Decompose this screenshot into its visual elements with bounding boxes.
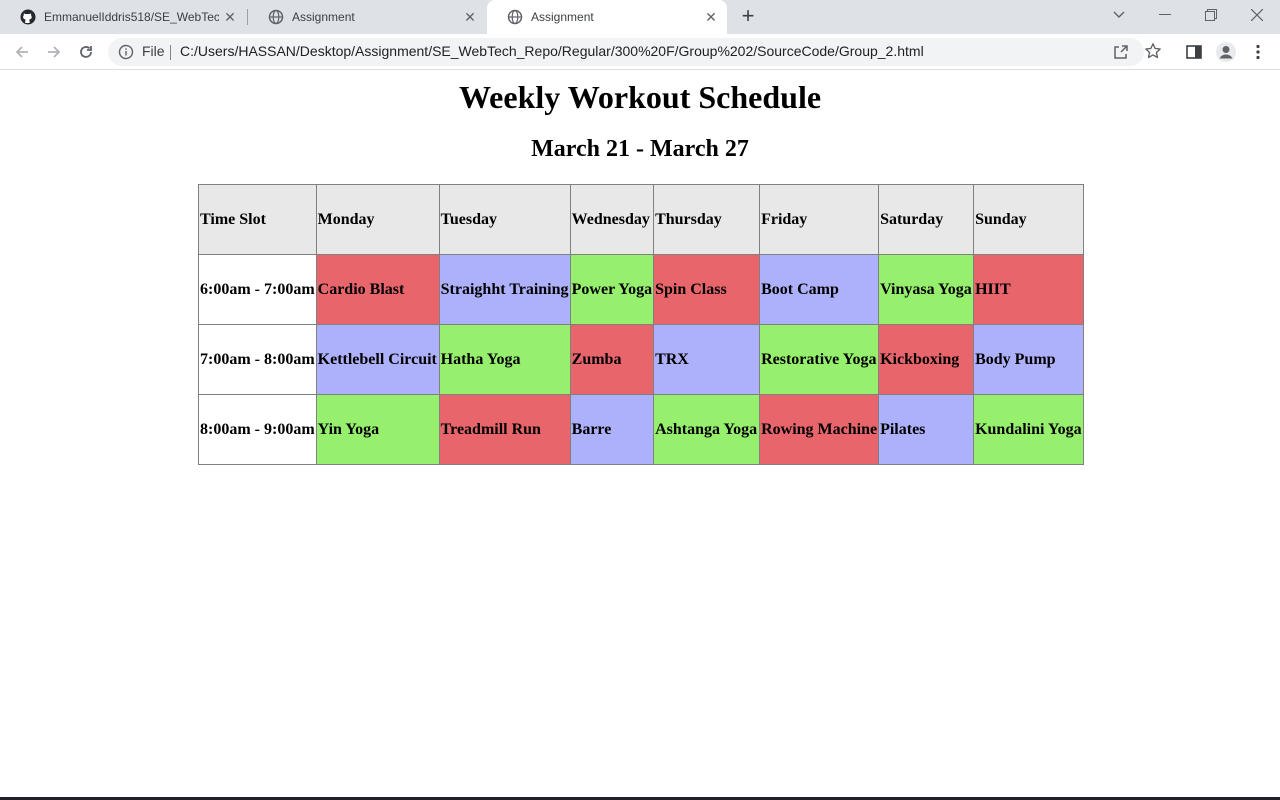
minimize-button[interactable]	[1142, 0, 1188, 30]
close-tab-icon[interactable]: ✕	[222, 9, 238, 25]
workout-cell: Body Pump	[973, 324, 1084, 395]
workout-cell: Rowing Machine	[759, 394, 880, 465]
time-slot-cell: 6:00am - 7:00am	[198, 254, 317, 325]
bookmark-star-icon[interactable]	[1144, 42, 1162, 60]
back-button[interactable]	[10, 40, 34, 64]
close-icon	[1251, 9, 1263, 21]
workout-cell: Ashtanga Yoga	[653, 394, 761, 465]
workout-cell: Boot Camp	[759, 254, 880, 325]
header-saturday: Saturday	[878, 184, 975, 255]
workout-cell: Kettlebell Circuit	[315, 324, 440, 395]
address-bar[interactable]: File C:/Users/HASSAN/Desktop/Assignment/…	[108, 38, 1161, 66]
table-row: 7:00am - 8:00am Kettlebell Circuit Hatha…	[198, 324, 1084, 395]
workout-cell: Straighht Training	[438, 254, 571, 325]
profile-button[interactable]	[1214, 40, 1238, 64]
workout-cell: Kundalini Yoga	[973, 394, 1084, 465]
header-wednesday: Wednesday	[569, 184, 655, 255]
close-tab-icon[interactable]: ✕	[462, 9, 478, 25]
time-slot-cell: 8:00am - 9:00am	[198, 394, 317, 465]
workout-cell: Hatha Yoga	[438, 324, 571, 395]
page-subtitle: March 21 - March 27	[531, 136, 749, 162]
kebab-menu-icon	[1256, 44, 1260, 60]
tab-title: Assignment	[531, 10, 594, 24]
workout-cell: HIIT	[973, 254, 1084, 325]
tab-search-button[interactable]	[1096, 0, 1142, 30]
tab-assignment-1[interactable]: Assignment ✕	[248, 0, 486, 34]
chevron-down-icon	[1113, 11, 1125, 18]
side-panel-icon	[1186, 45, 1202, 59]
page-content: Weekly Workout Schedule March 21 - March…	[0, 71, 1280, 798]
share-icon[interactable]	[1112, 43, 1130, 61]
header-tuesday: Tuesday	[438, 184, 571, 255]
workout-cell: Cardio Blast	[315, 254, 440, 325]
restore-button[interactable]	[1188, 0, 1234, 30]
header-time-slot: Time Slot	[198, 184, 317, 255]
avatar-icon	[1216, 42, 1236, 62]
workout-cell: Power Yoga	[569, 254, 655, 325]
table-row: 6:00am - 7:00am Cardio Blast Straighht T…	[198, 254, 1084, 325]
table-row: 8:00am - 9:00am Yin Yoga Treadmill Run B…	[198, 394, 1084, 465]
close-window-button[interactable]	[1234, 0, 1280, 30]
tab-title: EmmanuelIddris518/SE_WebTech	[44, 10, 219, 24]
globe-icon	[507, 9, 523, 25]
workout-cell: Barre	[569, 394, 655, 465]
menu-button[interactable]	[1246, 40, 1270, 64]
header-sunday: Sunday	[973, 184, 1084, 255]
address-divider	[170, 45, 171, 60]
workout-cell: Restorative Yoga	[759, 324, 880, 395]
url-scheme-label: File	[142, 43, 165, 59]
tab-assignment-active[interactable]: Assignment ✕	[487, 0, 727, 34]
browser-toolbar: File C:/Users/HASSAN/Desktop/Assignment/…	[0, 34, 1280, 70]
workout-cell: Vinyasa Yoga	[878, 254, 975, 325]
arrow-left-icon	[15, 46, 28, 58]
url-text[interactable]: C:/Users/HASSAN/Desktop/Assignment/SE_We…	[180, 43, 924, 59]
header-friday: Friday	[759, 184, 880, 255]
header-thursday: Thursday	[653, 184, 761, 255]
workout-cell: Zumba	[569, 324, 655, 395]
tab-strip: EmmanuelIddris518/SE_WebTech ✕ Assignmen…	[0, 0, 1280, 34]
workout-schedule-table: Time Slot Monday Tuesday Wednesday Thurs…	[198, 184, 1084, 465]
tab-title: Assignment	[292, 10, 355, 24]
restore-icon	[1205, 9, 1217, 21]
github-icon	[20, 9, 36, 25]
side-panel-button[interactable]	[1182, 40, 1206, 64]
new-tab-button[interactable]: +	[736, 5, 760, 29]
workout-cell: TRX	[653, 324, 761, 395]
reload-icon	[80, 46, 92, 58]
reload-button[interactable]	[74, 40, 98, 64]
workout-cell: Spin Class	[653, 254, 761, 325]
globe-icon	[268, 9, 284, 25]
forward-button[interactable]	[42, 40, 66, 64]
workout-cell: Yin Yoga	[315, 394, 440, 465]
workout-cell: Pilates	[878, 394, 975, 465]
header-monday: Monday	[315, 184, 440, 255]
time-slot-cell: 7:00am - 8:00am	[198, 324, 317, 395]
workout-cell: Treadmill Run	[438, 394, 571, 465]
header-row: Time Slot Monday Tuesday Wednesday Thurs…	[198, 184, 1084, 255]
workout-cell: Kickboxing	[878, 324, 975, 395]
tab-github[interactable]: EmmanuelIddris518/SE_WebTech ✕	[0, 0, 246, 34]
page-title: Weekly Workout Schedule	[458, 79, 822, 115]
arrow-right-icon	[48, 46, 61, 58]
close-tab-icon[interactable]: ✕	[703, 9, 719, 25]
info-icon[interactable]	[118, 44, 134, 60]
minimize-icon	[1159, 14, 1171, 15]
